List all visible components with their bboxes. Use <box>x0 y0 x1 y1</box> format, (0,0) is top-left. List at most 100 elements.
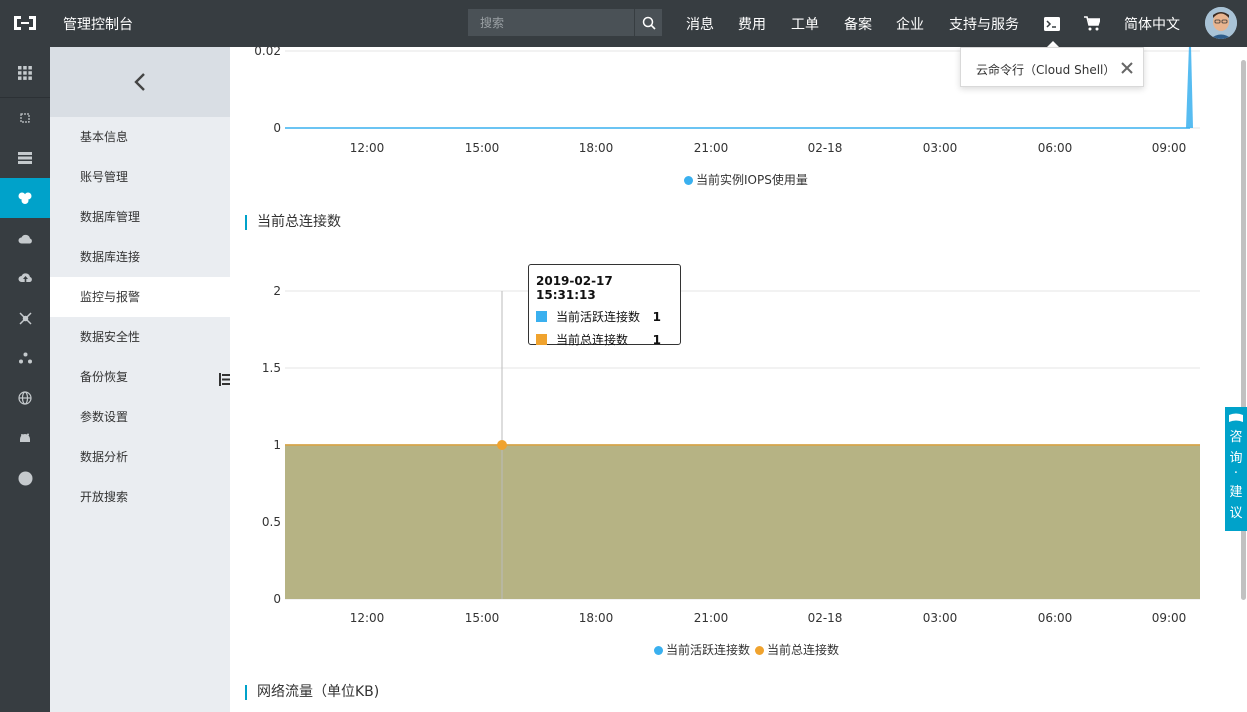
products-menu-button[interactable] <box>0 53 50 93</box>
consult-char: 议 <box>1229 506 1243 521</box>
x-tick-label: 15:00 <box>465 141 500 155</box>
nav-support[interactable]: 支持与服务 <box>949 14 1019 34</box>
user-avatar[interactable] <box>1205 7 1237 39</box>
x-tick-label: 06:00 <box>1038 611 1073 625</box>
server-stack-icon <box>18 152 32 164</box>
x-tick-label: 06:00 <box>1038 141 1073 155</box>
search-button[interactable] <box>634 9 662 36</box>
tooltip-row: 当前总连接数 1 <box>536 331 673 348</box>
subnav-item-security[interactable]: 数据安全性 <box>50 317 230 357</box>
consult-char: 询 <box>1229 451 1243 466</box>
x-tick-label: 18:00 <box>579 611 614 625</box>
tooltip-swatch <box>536 334 547 345</box>
subnav-item-parameters[interactable]: 参数设置 <box>50 397 230 437</box>
circle-icon <box>18 471 32 485</box>
subnav-item-basic-info[interactable]: 基本信息 <box>50 117 230 157</box>
y-tick-label: 0 <box>273 592 281 606</box>
mushroom-cloud-icon <box>20 433 30 442</box>
consult-char: · <box>1233 466 1239 481</box>
connections-chart: 0 0.5 1 1.5 2 12:00 15:00 18:00 21:00 02-18 03:00 0… <box>262 284 1200 625</box>
cloud-upload-icon <box>18 273 32 282</box>
close-icon[interactable] <box>1121 62 1133 74</box>
x-tick-label: 12:00 <box>350 141 385 155</box>
section-title-connections: 当前总连接数 <box>245 215 341 230</box>
x-tick-label: 02-18 <box>808 611 843 625</box>
cloud-shell-popover: 云命令行（Cloud Shell） <box>960 47 1144 87</box>
x-tick-label: 09:00 <box>1152 141 1187 155</box>
search-icon <box>642 16 656 30</box>
back-button[interactable] <box>50 47 230 117</box>
nav-messages[interactable]: 消息 <box>686 14 714 34</box>
legend-total-label: 当前总连接数 <box>767 643 840 657</box>
ecs-nav-button[interactable] <box>0 98 50 138</box>
legend-active-connections[interactable]: 当前活跃连接数 <box>654 641 750 658</box>
x-tick-label: 09:00 <box>1152 611 1187 625</box>
rds-sub-navigation: 基本信息 账号管理 数据库管理 数据库连接 监控与报警 数据安全性 备份恢复 参… <box>50 47 230 712</box>
tooltip-value: 1 <box>652 309 661 324</box>
rds-nav-button[interactable] <box>0 178 50 218</box>
legend-swatch <box>684 176 693 185</box>
network-nav-button[interactable] <box>0 298 50 338</box>
legend-iops[interactable]: 当前实例IOPS使用量 <box>684 171 808 188</box>
iops-spike <box>1186 47 1193 128</box>
x-tick-label: 15:00 <box>465 611 500 625</box>
legend-active-label: 当前活跃连接数 <box>666 643 751 657</box>
subnav-item-accounts[interactable]: 账号管理 <box>50 157 230 197</box>
list-collapse-icon <box>219 373 230 386</box>
misc-nav-button[interactable] <box>0 458 50 498</box>
y-tick-label: 2 <box>273 284 281 298</box>
hover-point <box>497 440 507 450</box>
consult-feedback-tab[interactable]: 咨 询 · 建 议 <box>1225 407 1247 531</box>
y-tick-label: 0.5 <box>262 515 281 529</box>
y-tick-label: 0.02 <box>254 47 281 58</box>
nav-billing[interactable]: 费用 <box>738 14 766 34</box>
legend-iops-label: 当前实例IOPS使用量 <box>696 173 808 187</box>
x-tick-label: 18:00 <box>579 141 614 155</box>
nav-tickets[interactable]: 工单 <box>791 14 819 34</box>
monitoring-content: 0.02 0 12:00 15:00 18:00 21:00 02-18 03:00 06:00… <box>230 47 1247 712</box>
upload-nav-button[interactable] <box>0 258 50 298</box>
cloud-shell-button[interactable] <box>1036 0 1068 47</box>
chart-tooltip: 2019-02-17 15:31:13 当前活跃连接数 1 当前总连接数 1 <box>528 264 681 348</box>
cdn-nav-button[interactable] <box>0 218 50 258</box>
legend-swatch <box>654 646 663 655</box>
cloud-icon <box>18 234 32 243</box>
subnav-item-databases[interactable]: 数据库管理 <box>50 197 230 237</box>
sidebar-collapse-toggle[interactable] <box>216 357 230 403</box>
x-tick-label: 03:00 <box>923 611 958 625</box>
product-icon-bar <box>0 47 50 712</box>
y-tick-label: 0 <box>273 121 281 135</box>
cart-icon <box>1084 16 1100 31</box>
cart-button[interactable] <box>1077 0 1107 47</box>
aliyun-logo-icon[interactable] <box>12 12 38 34</box>
legend-total-connections[interactable]: 当前总连接数 <box>755 641 839 658</box>
tooltip-time: 2019-02-17 15:31:13 <box>536 274 613 302</box>
y-tick-label: 1.5 <box>262 361 281 375</box>
x-tick-label: 12:00 <box>350 611 385 625</box>
book-icon <box>1229 413 1243 422</box>
search-input[interactable] <box>468 9 633 36</box>
storage-nav-button[interactable] <box>0 138 50 178</box>
tooltip-row: 当前活跃连接数 1 <box>536 308 673 325</box>
database-cluster-icon <box>18 192 32 204</box>
tooltip-swatch <box>536 311 547 322</box>
consult-char: 建 <box>1229 485 1243 500</box>
subnav-item-backup[interactable]: 备份恢复 <box>50 357 230 397</box>
nav-enterprise[interactable]: 企业 <box>896 14 924 34</box>
subnav-item-analysis[interactable]: 数据分析 <box>50 437 230 477</box>
subnav-item-connections[interactable]: 数据库连接 <box>50 237 230 277</box>
x-tick-label: 21:00 <box>694 141 729 155</box>
globe-icon <box>18 391 32 405</box>
chevron-left-icon <box>134 73 145 91</box>
nav-icp[interactable]: 备案 <box>844 14 872 34</box>
subnav-item-open-search[interactable]: 开放搜索 <box>50 477 230 517</box>
console-title[interactable]: 管理控制台 <box>63 14 133 34</box>
x-tick-label: 21:00 <box>694 611 729 625</box>
cluster-nav-button[interactable] <box>0 338 50 378</box>
iot-nav-button[interactable] <box>0 418 50 458</box>
popover-text: 云命令行（Cloud Shell） <box>976 63 1116 77</box>
language-switch[interactable]: 简体中文 <box>1124 14 1180 34</box>
domain-nav-button[interactable] <box>0 378 50 418</box>
subnav-item-monitoring[interactable]: 监控与报警 <box>50 277 230 317</box>
consult-char: 咨 <box>1229 430 1243 445</box>
